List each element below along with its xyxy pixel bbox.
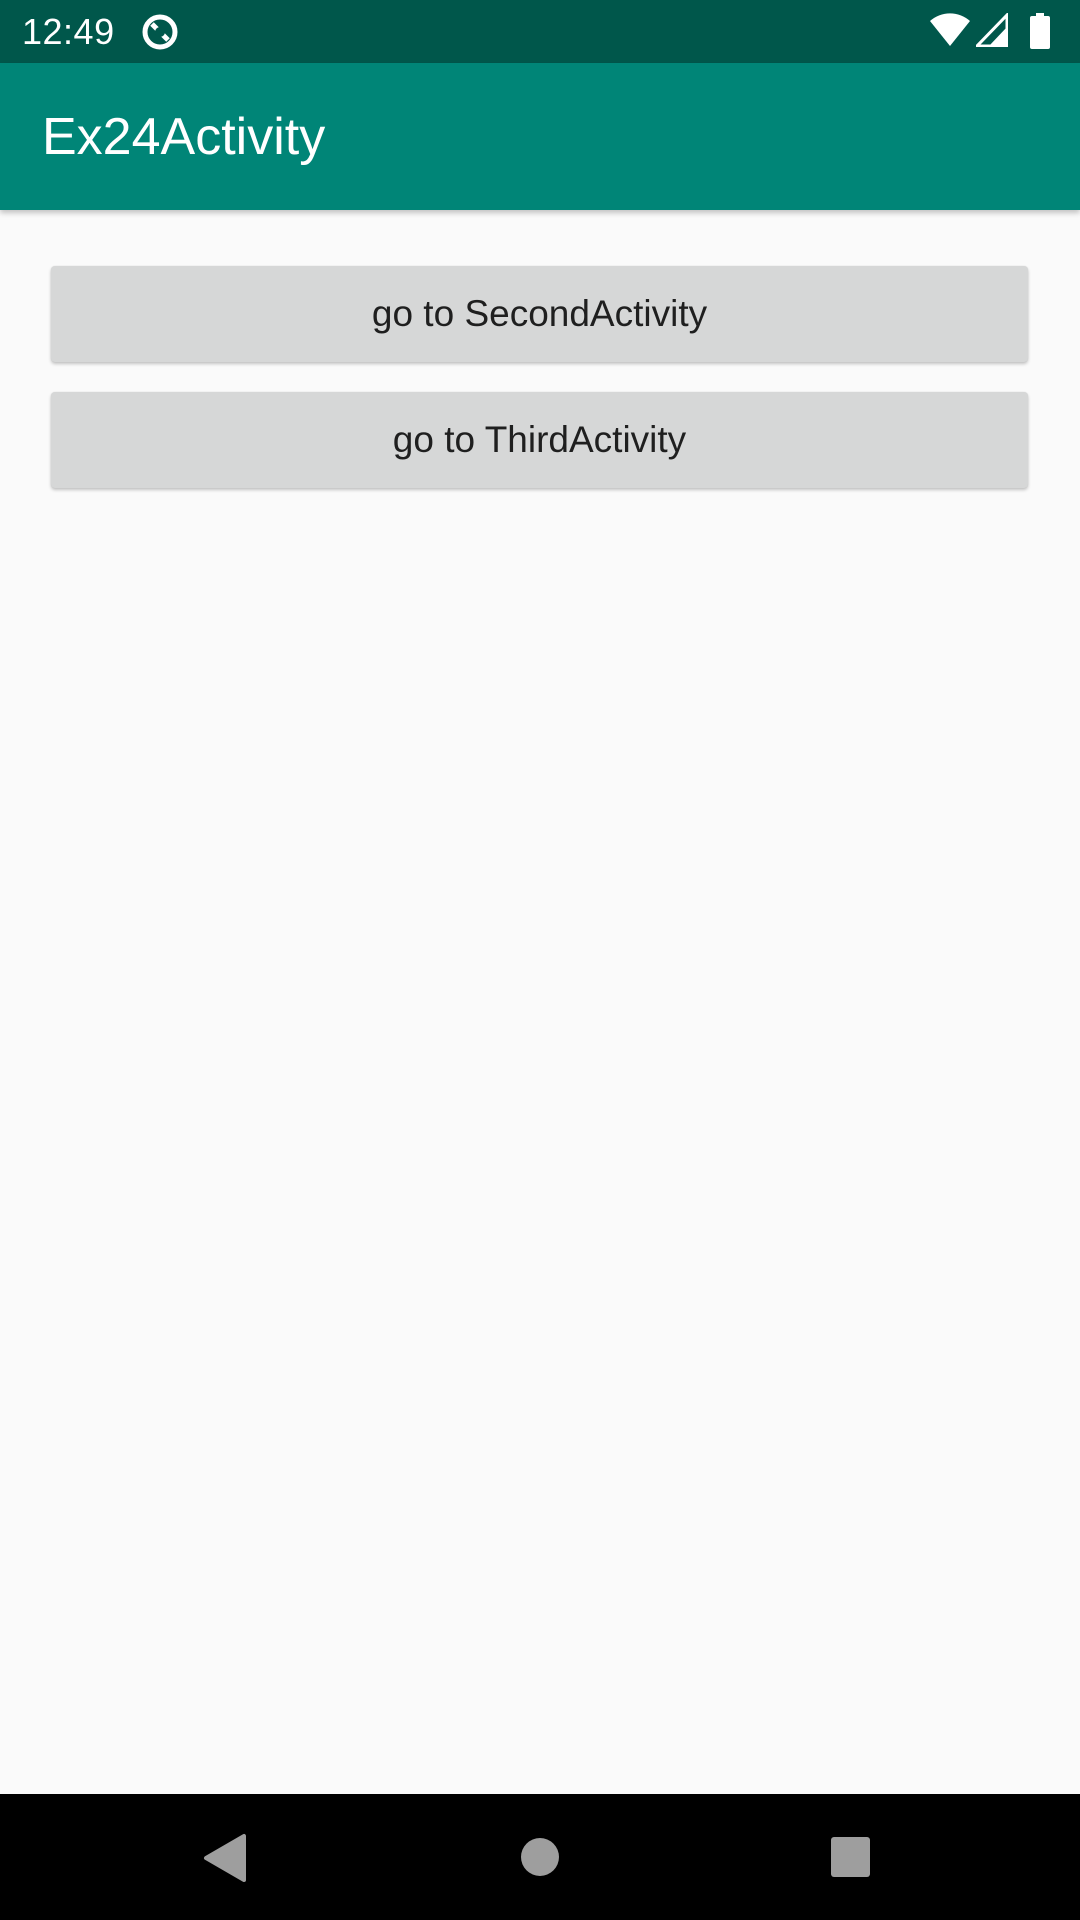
status-bar: 12:49 [0,0,1080,63]
recents-button[interactable] [791,1794,911,1920]
home-button[interactable] [480,1794,600,1920]
back-triangle-icon [204,1834,246,1882]
data-sync-icon [140,12,180,52]
back-button[interactable] [166,1794,286,1920]
app-bar: Ex24Activity [0,63,1080,210]
go-to-second-activity-button[interactable]: go to SecondActivity [51,266,1028,362]
battery-icon [1030,13,1050,49]
screen: 12:49 Ex24Activity go to SecondActivity … [0,0,1080,1920]
recents-square-icon [831,1837,870,1877]
content-area: go to SecondActivity go to ThirdActivity [0,210,1080,1794]
navigation-bar [0,1794,1080,1920]
page-title: Ex24Activity [42,108,326,166]
go-to-third-activity-button[interactable]: go to ThirdActivity [51,392,1028,488]
wifi-icon [930,13,970,46]
cell-signal-icon [976,13,1008,47]
home-circle-icon [521,1838,559,1876]
status-time: 12:49 [22,11,115,52]
